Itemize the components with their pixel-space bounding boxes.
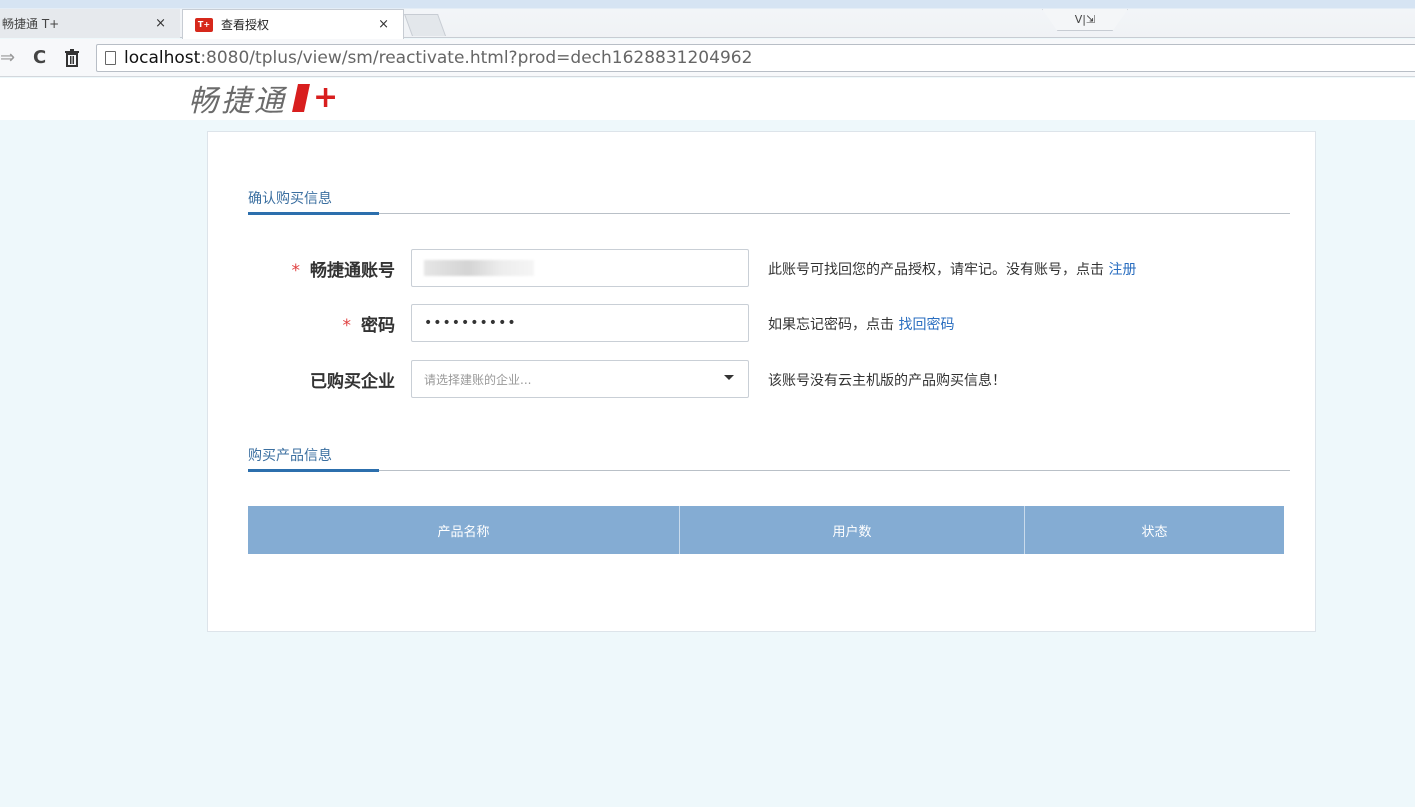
trash-icon[interactable]	[64, 49, 80, 71]
page-header: 畅捷通 +	[0, 78, 1415, 120]
register-link[interactable]: 注册	[1108, 262, 1136, 278]
account-hint: 此账号可找回您的产品授权，请牢记。没有账号，点击 注册	[768, 259, 1136, 279]
products-table-header: 产品名称 用户数 状态	[248, 506, 1284, 554]
extension-label: V|⇲	[1074, 13, 1096, 26]
required-mark: *	[291, 261, 301, 281]
section-purchased-products: 购买产品信息	[248, 445, 1290, 472]
account-hint-text: 此账号可找回您的产品授权，请牢记。没有账号，点击	[768, 262, 1109, 278]
column-user-count[interactable]: 用户数	[680, 506, 1025, 554]
password-value: ••••••••••	[424, 315, 517, 331]
section-title: 确认购买信息	[248, 191, 332, 207]
extension-toggle[interactable]: V|⇲	[1042, 9, 1128, 31]
tab-title: 畅捷通 T+	[2, 17, 60, 31]
address-bar[interactable]: localhost:8080/tplus/view/sm/reactivate.…	[96, 44, 1415, 72]
brand-logo: 畅捷通 +	[188, 78, 338, 120]
company-select[interactable]: 请选择建账的企业...	[411, 360, 749, 398]
recover-password-link[interactable]: 找回密码	[898, 317, 954, 333]
url-path: :8080/tplus/view/sm/reactivate.html?prod…	[200, 48, 753, 68]
tab-close-icon[interactable]: ×	[155, 16, 166, 31]
company-hint: 该账号没有云主机版的产品购买信息！	[768, 373, 1006, 389]
browser-toolbar: ⇒ C localhost:8080/tplus/view/sm/reactiv…	[0, 39, 1415, 77]
chevron-down-icon[interactable]	[724, 375, 734, 380]
tplus-favicon-icon: T+	[195, 17, 213, 32]
column-product-name[interactable]: 产品名称	[248, 506, 680, 554]
password-label-text: 密码	[361, 316, 395, 336]
logo-t-bar	[292, 84, 310, 112]
account-label-text: 畅捷通账号	[310, 261, 395, 281]
password-label: * 密码	[343, 311, 396, 336]
logo-text: 畅捷通	[188, 84, 287, 119]
logo-mark: +	[292, 80, 339, 115]
page-icon	[105, 51, 116, 65]
company-label: 已购买企业	[310, 372, 395, 392]
forward-icon[interactable]: ⇒	[0, 49, 15, 67]
browser-tab-strip: 畅捷通 T+ × T+ 查看授权 × V|⇲	[0, 0, 1415, 39]
section-underline	[248, 212, 379, 215]
tab-close-icon[interactable]: ×	[378, 17, 389, 32]
tab-view-license[interactable]: T+ 查看授权 ×	[182, 9, 404, 39]
reload-icon[interactable]: C	[33, 49, 46, 67]
tab-changjietong[interactable]: 畅捷通 T+ ×	[0, 9, 180, 38]
main-panel: 确认购买信息 * 畅捷通账号 此账号可找回您的产品授权，请牢记。没有账号，点击 注…	[207, 131, 1316, 632]
section-title: 购买产品信息	[248, 448, 332, 464]
required-mark: *	[342, 316, 352, 336]
account-row: * 畅捷通账号 此账号可找回您的产品授权，请牢记。没有账号，点击 注册	[208, 249, 1317, 287]
new-tab-button[interactable]	[403, 14, 447, 36]
url-host: localhost	[124, 48, 201, 68]
tab-title: 查看授权	[221, 18, 270, 32]
url-text[interactable]: localhost:8080/tplus/view/sm/reactivate.…	[124, 48, 752, 68]
password-hint-text: 如果忘记密码，点击	[768, 317, 899, 333]
password-input[interactable]: ••••••••••	[411, 304, 749, 342]
section-underline	[248, 469, 379, 472]
account-input[interactable]	[411, 249, 749, 287]
company-placeholder: 请选择建账的企业...	[424, 372, 532, 387]
password-row: * 密码 •••••••••• 如果忘记密码，点击 找回密码	[208, 304, 1317, 342]
password-hint: 如果忘记密码，点击 找回密码	[768, 314, 954, 334]
company-row: 已购买企业 请选择建账的企业... 该账号没有云主机版的产品购买信息！	[208, 360, 1317, 398]
section-confirm-purchase: 确认购买信息	[248, 188, 1290, 215]
redacted-value	[424, 260, 534, 276]
logo-plus: +	[313, 80, 339, 115]
column-status[interactable]: 状态	[1025, 506, 1284, 554]
account-label: * 畅捷通账号	[292, 256, 396, 281]
